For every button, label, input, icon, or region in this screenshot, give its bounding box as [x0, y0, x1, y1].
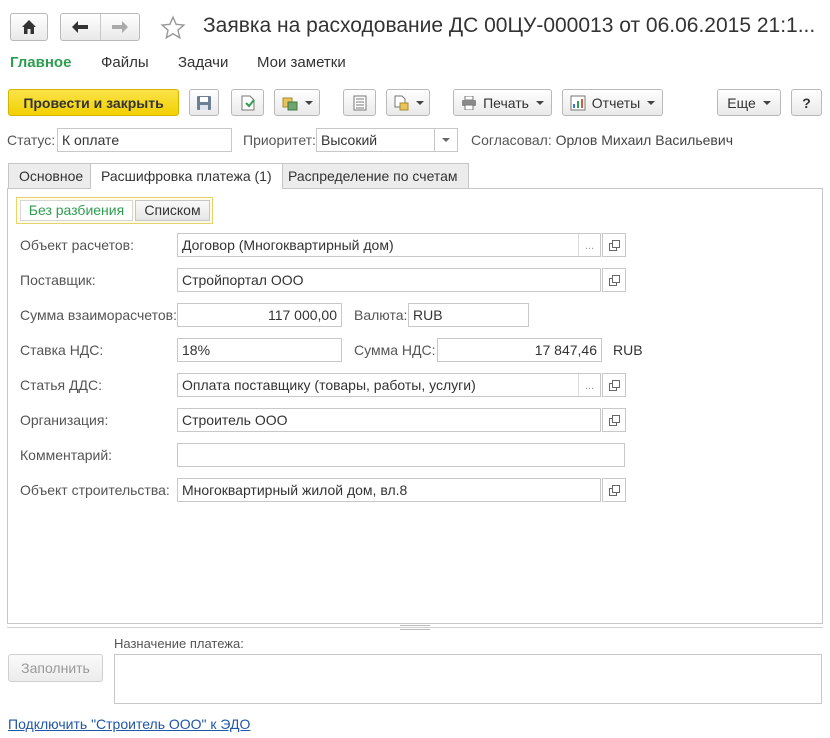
splitter-handle[interactable]	[400, 625, 430, 630]
open-icon	[608, 484, 620, 496]
more-label: Еще	[727, 94, 756, 111]
report-icon	[570, 95, 586, 110]
chevron-down-icon	[415, 100, 424, 105]
object-select-button[interactable]: ...	[578, 234, 600, 256]
cashflow-value: Оплата поставщику (товары, работы, услуг…	[182, 377, 476, 393]
approved-by-label: Согласовал:	[471, 132, 552, 148]
create-based-icon	[282, 97, 297, 110]
post-button[interactable]	[231, 89, 264, 116]
tab-payment-breakdown[interactable]: Расшифровка платежа (1)	[90, 163, 283, 189]
print-button[interactable]: Печать	[453, 89, 552, 116]
open-icon	[608, 414, 620, 426]
approved-by: Согласовал: Орлов Михаил Васильевич	[471, 128, 733, 152]
section-tab-files[interactable]: Файлы	[101, 54, 149, 71]
priority-select[interactable]: Высокий	[316, 128, 458, 152]
vat-sum-label: Сумма НДС:	[354, 342, 436, 358]
approved-by-value: Орлов Михаил Васильевич	[555, 132, 733, 148]
vat-rate-field[interactable]: 18%	[177, 338, 342, 362]
purpose-field[interactable]	[114, 654, 822, 704]
section-tab-tasks[interactable]: Задачи	[178, 54, 228, 71]
open-icon	[608, 274, 620, 286]
chevron-down-icon	[535, 100, 544, 105]
reports-button[interactable]: Отчеты	[562, 89, 663, 116]
object-field[interactable]: Договор (Многоквартирный дом) ...	[177, 233, 601, 257]
tab-main[interactable]: Основное	[8, 163, 95, 188]
object-label: Объект расчетов:	[20, 237, 134, 253]
chevron-down-icon	[647, 100, 656, 105]
back-arrow-icon	[72, 21, 89, 33]
toggle-list[interactable]: Списком	[135, 200, 210, 221]
more-button[interactable]: Еще	[717, 89, 781, 116]
currency-field[interactable]: RUB	[408, 303, 529, 327]
back-button[interactable]	[61, 14, 101, 40]
supplier-field[interactable]: Стройпортал ООО	[177, 268, 601, 292]
sum-label: Сумма взаиморасчетов:	[20, 307, 177, 323]
list-icon	[353, 95, 366, 110]
post-and-close-button[interactable]: Провести и закрыть	[8, 89, 179, 116]
home-icon	[22, 20, 36, 34]
status-field[interactable]: К оплате	[57, 128, 232, 152]
cashflow-field[interactable]: Оплата поставщику (товары, работы, услуг…	[177, 373, 601, 397]
org-field[interactable]: Строитель ООО	[177, 408, 601, 432]
vat-currency: RUB	[613, 342, 643, 358]
toggle-no-split[interactable]: Без разбиения	[20, 200, 133, 221]
window-title: Заявка на расходование ДС 00ЦУ-000013 от…	[203, 14, 816, 37]
priority-label: Приоритет:	[243, 132, 316, 148]
supplier-label: Поставщик:	[20, 272, 96, 288]
purpose-label: Назначение платежа:	[114, 636, 244, 651]
edo-link[interactable]: Подключить "Строитель ООО" к ЭДО	[8, 716, 250, 732]
chevron-down-icon	[762, 100, 771, 105]
home-button[interactable]	[10, 13, 48, 41]
reports-label: Отчеты	[591, 94, 641, 111]
cashflow-label: Статья ДДС:	[20, 377, 102, 393]
org-open-button[interactable]	[602, 408, 626, 432]
chevron-down-icon	[442, 138, 450, 142]
tab-account-distribution[interactable]: Распределение по счетам	[277, 163, 469, 188]
history-nav	[60, 13, 140, 41]
vat-sum-field[interactable]: 17 847,46	[437, 338, 602, 362]
document-journal-button[interactable]	[343, 89, 376, 116]
sum-field[interactable]: 117 000,00	[177, 303, 342, 327]
priority-value: Высокий	[321, 132, 378, 148]
forward-button[interactable]	[101, 14, 140, 40]
cashflow-select-button[interactable]: ...	[578, 374, 600, 396]
object-open-button[interactable]	[602, 233, 626, 257]
priority-dropdown-button[interactable]	[434, 129, 457, 151]
org-label: Организация:	[20, 412, 109, 428]
open-icon	[608, 239, 620, 251]
help-button[interactable]: ?	[791, 89, 822, 116]
status-label: Статус:	[7, 132, 56, 148]
supplier-open-button[interactable]	[602, 268, 626, 292]
related-documents-icon	[394, 95, 408, 110]
star-icon[interactable]	[160, 15, 186, 41]
create-based-on-button[interactable]	[274, 89, 320, 116]
comment-label: Комментарий:	[20, 447, 113, 463]
fill-button[interactable]: Заполнить	[8, 654, 103, 682]
save-button[interactable]	[189, 89, 219, 116]
document-post-icon	[241, 95, 255, 110]
related-documents-button[interactable]	[386, 89, 430, 116]
section-tab-notes[interactable]: Мои заметки	[257, 54, 346, 71]
vat-rate-label: Ставка НДС:	[20, 342, 104, 358]
open-icon	[608, 379, 620, 391]
printer-icon	[462, 95, 477, 110]
currency-label: Валюта:	[354, 307, 408, 323]
chevron-down-icon	[304, 100, 313, 105]
site-open-button[interactable]	[602, 478, 626, 502]
print-label: Печать	[483, 94, 529, 111]
forward-arrow-icon	[111, 21, 128, 33]
comment-field[interactable]	[177, 443, 625, 467]
site-label: Объект строительства:	[20, 482, 170, 498]
site-field[interactable]: Многоквартирный жилой дом, вл.8	[177, 478, 601, 502]
floppy-disk-icon	[197, 95, 211, 110]
cashflow-open-button[interactable]	[602, 373, 626, 397]
section-tab-main[interactable]: Главное	[10, 54, 71, 71]
object-value: Договор (Многоквартирный дом)	[182, 237, 394, 253]
